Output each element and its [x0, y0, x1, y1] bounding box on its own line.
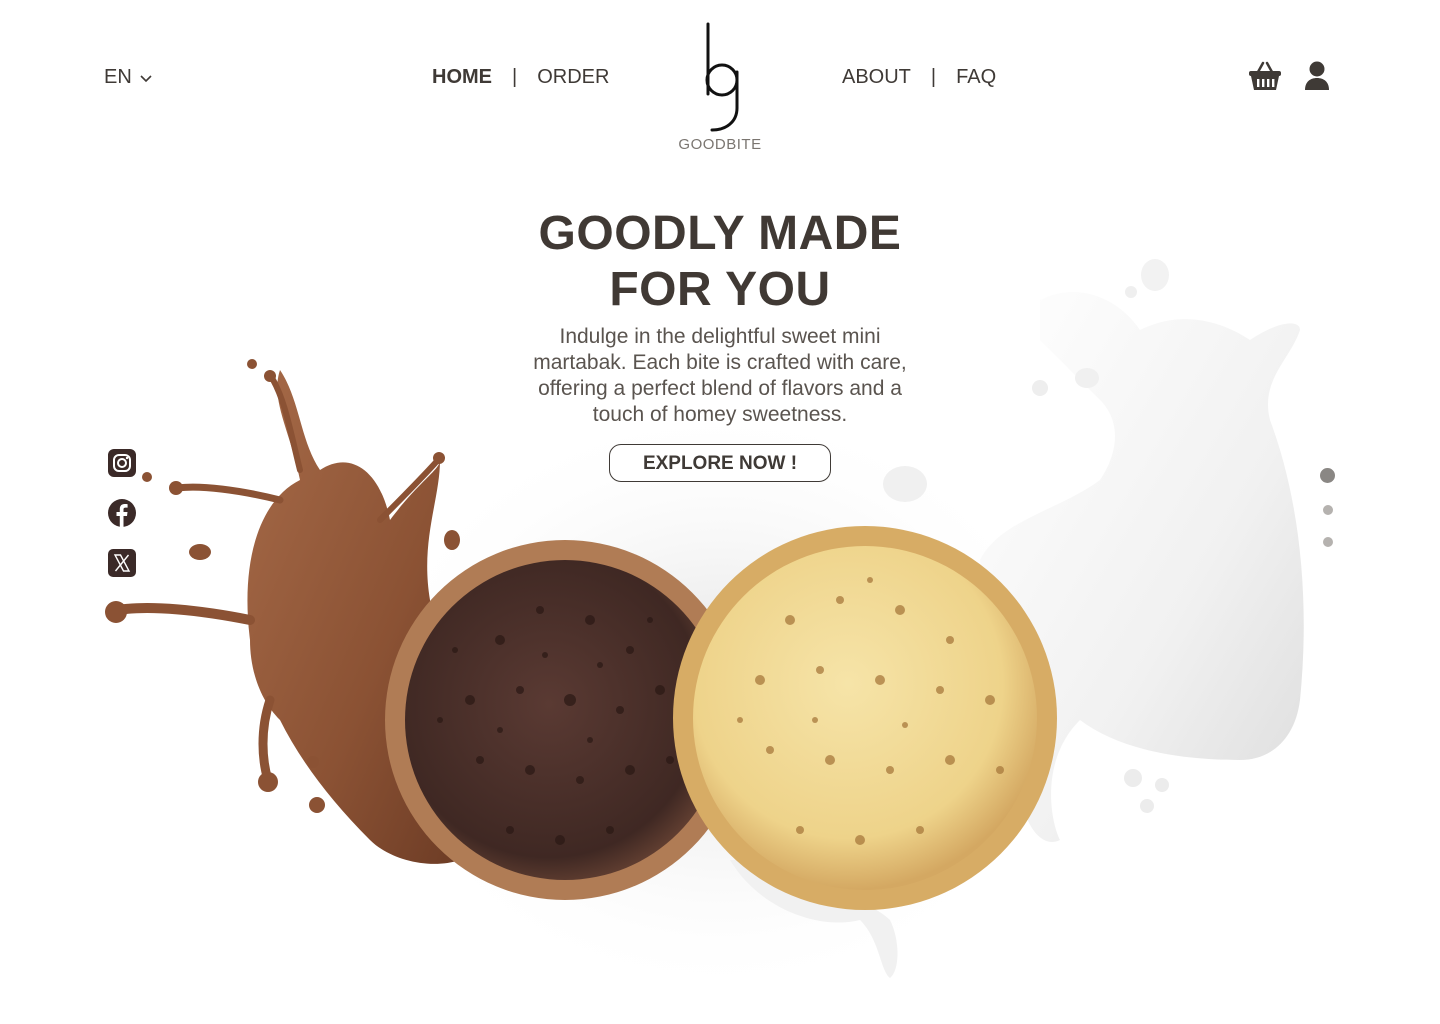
- instagram-icon[interactable]: [107, 448, 137, 478]
- carousel-dot-3[interactable]: [1322, 537, 1333, 547]
- x-icon[interactable]: [107, 548, 137, 578]
- nav-left: HOME | ORDER: [432, 66, 609, 89]
- logo-monogram-icon: [705, 22, 739, 132]
- nav-order-link[interactable]: ORDER: [537, 66, 609, 89]
- hero-illustration: [105, 259, 1304, 1000]
- chevron-down-icon: [140, 66, 152, 89]
- hero-section: GOODLY MADE FOR YOU Indulge in the delig…: [470, 206, 970, 482]
- nav-about-link[interactable]: ABOUT: [842, 66, 911, 89]
- carousel-dot-1[interactable]: [1320, 468, 1335, 483]
- brand-name: GOODBITE: [678, 136, 762, 153]
- explore-now-button[interactable]: EXPLORE NOW !: [609, 444, 831, 482]
- language-label: EN: [104, 66, 132, 88]
- header-actions: [1248, 60, 1330, 97]
- language-selector[interactable]: EN: [104, 66, 152, 89]
- facebook-icon[interactable]: [107, 498, 137, 528]
- nav-home-link[interactable]: HOME: [432, 66, 492, 89]
- hero-title: GOODLY MADE FOR YOU: [470, 206, 970, 318]
- chocolate-martabak: [385, 540, 745, 900]
- nav-separator: |: [930, 66, 937, 88]
- hero-title-line-1: GOODLY MADE: [538, 207, 902, 260]
- hero-title-line-2: FOR YOU: [609, 263, 831, 316]
- nav-faq-link[interactable]: FAQ: [956, 66, 996, 89]
- nav-right: ABOUT | FAQ: [842, 66, 996, 89]
- carousel-dot-2[interactable]: [1322, 505, 1333, 515]
- hero-description: Indulge in the delightful sweet mini mar…: [533, 325, 907, 426]
- nav-separator: |: [512, 66, 518, 88]
- social-links: [107, 448, 137, 578]
- user-icon[interactable]: [1304, 60, 1330, 97]
- basket-icon[interactable]: [1248, 60, 1282, 97]
- original-martabak: [673, 526, 1057, 910]
- chocolate-splash: [105, 359, 460, 864]
- hero-glow: [360, 400, 1080, 1000]
- brand-logo[interactable]: GOODBITE: [660, 20, 780, 153]
- carousel-indicators: [1320, 468, 1335, 547]
